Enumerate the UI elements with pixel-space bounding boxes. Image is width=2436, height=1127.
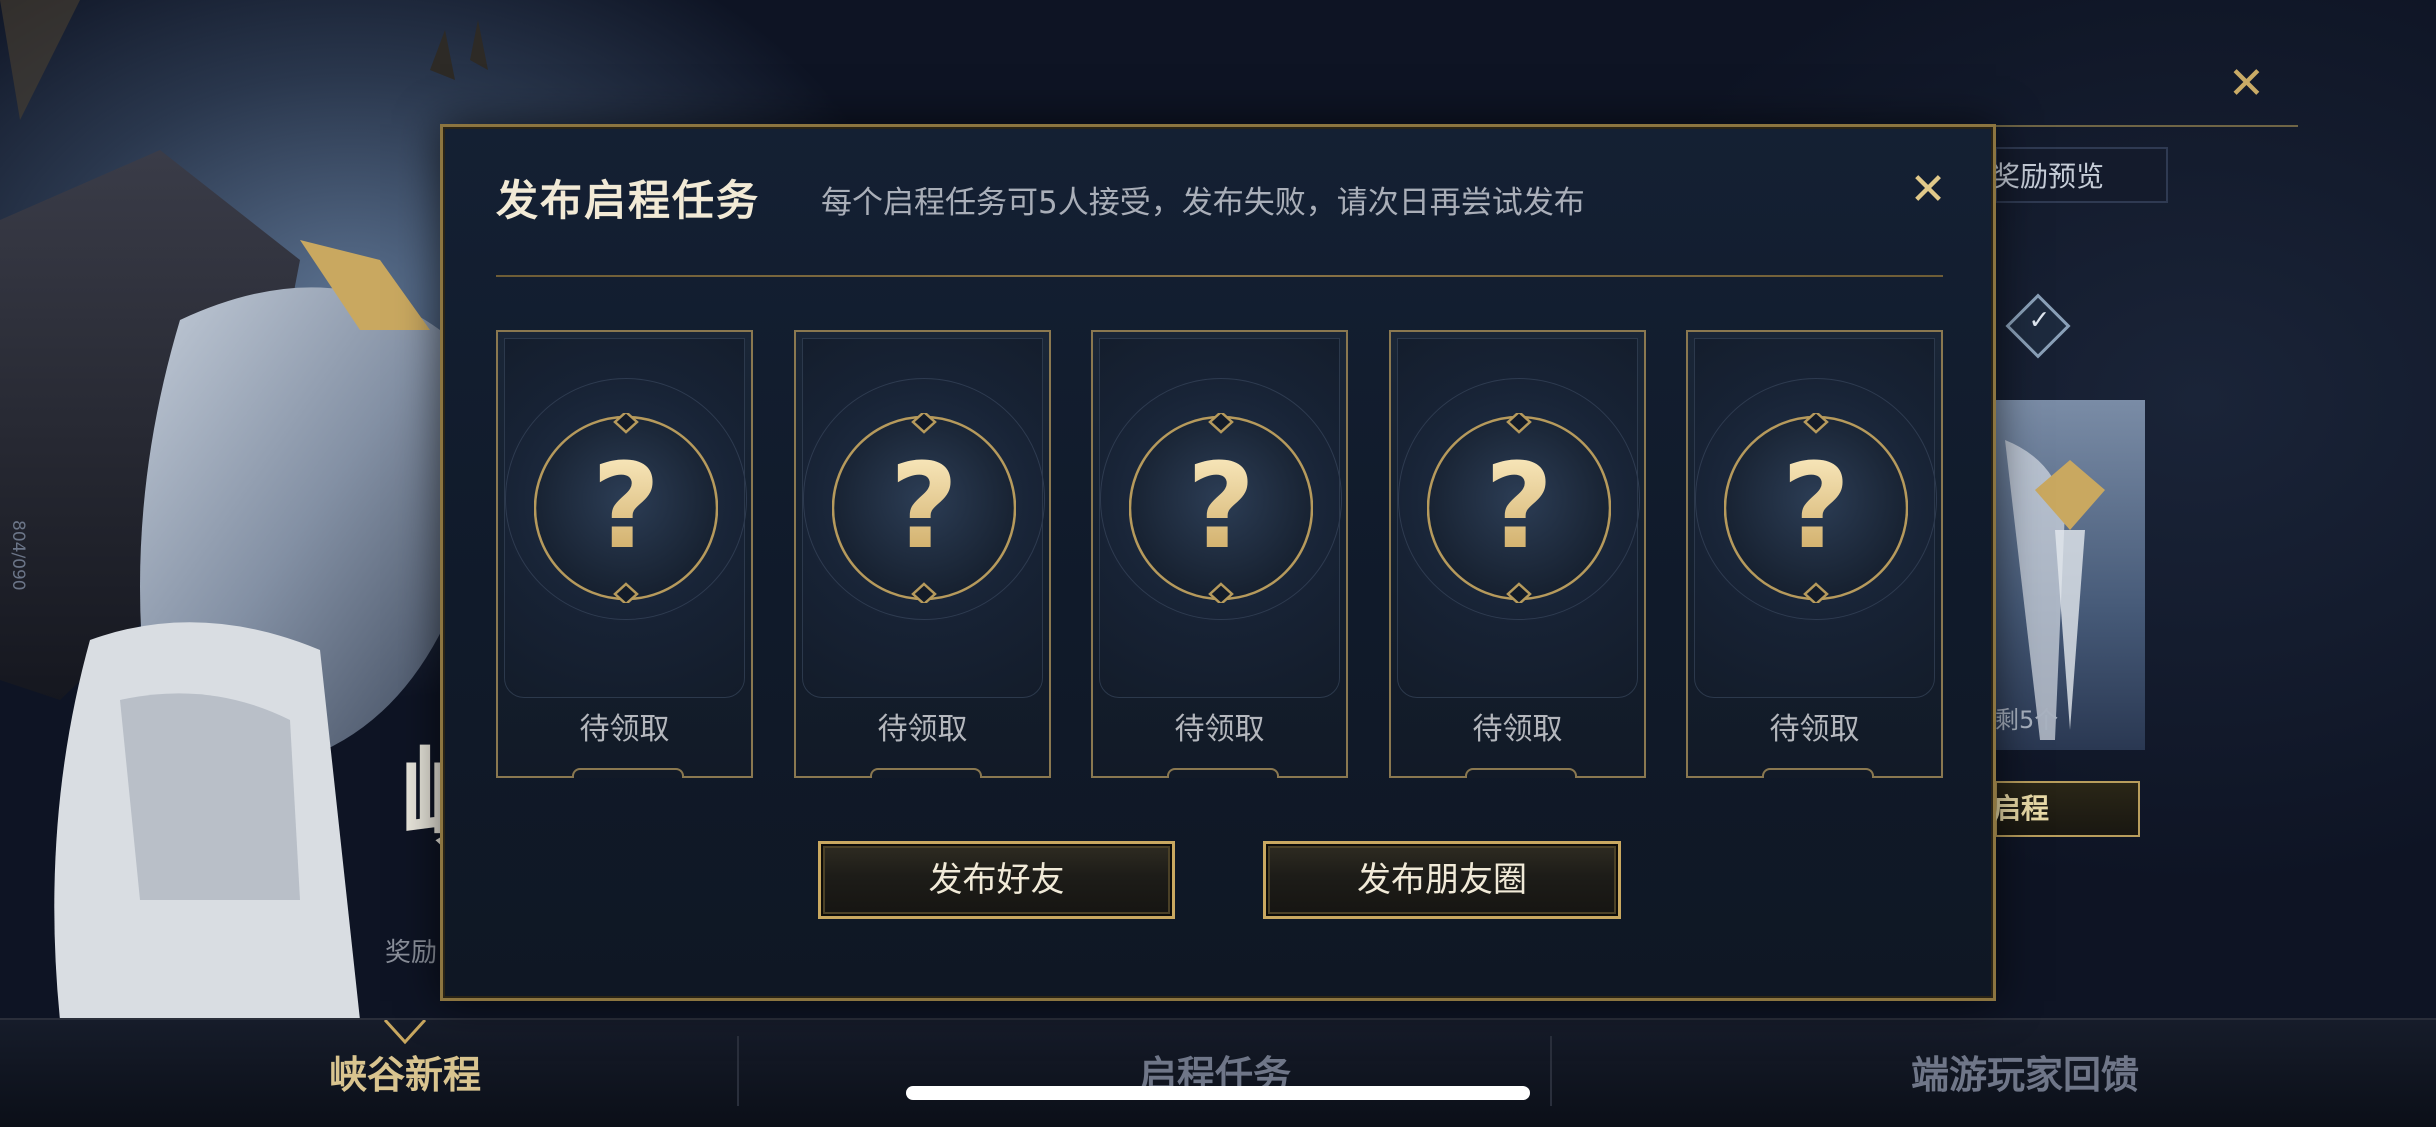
- publish-task-dialog: 发布启程任务 每个启程任务可5人接受，发布失败，请次日再尝试发布 ✕ ? 待领取…: [440, 124, 1996, 1001]
- slot-notch: [572, 768, 684, 778]
- reward-preview-label: 奖励预览: [1992, 160, 2105, 193]
- question-mark-icon: ?: [1427, 413, 1611, 603]
- start-journey-label: 启程: [1993, 792, 2050, 825]
- tab-separator: [1550, 1036, 1552, 1106]
- bottom-tab-bar: 峡谷新程 启程任务 端游玩家回馈: [0, 1018, 2436, 1127]
- svg-text:?: ?: [1485, 437, 1553, 575]
- slot-notch: [1762, 768, 1874, 778]
- check-icon: [2005, 293, 2071, 359]
- dialog-subtitle: 每个启程任务可5人接受，发布失败，请次日再尝试发布: [821, 185, 1585, 221]
- panel-divider: [1995, 125, 2298, 127]
- reward-card-image: [1995, 400, 2145, 750]
- tab-separator: [737, 1036, 739, 1106]
- question-mark-icon: ?: [832, 413, 1016, 603]
- task-slot-card[interactable]: ? 待领取: [496, 330, 753, 778]
- start-journey-button[interactable]: 启程: [1993, 781, 2140, 837]
- background-right-panel: 奖励预览 剩5个 启程: [1992, 125, 2298, 845]
- slot-status-label: 待领取: [1769, 712, 1860, 747]
- question-mark-icon: ?: [534, 413, 718, 603]
- slot-notch: [1465, 768, 1577, 778]
- question-mark-icon: ?: [1129, 413, 1313, 603]
- reward-preview-button[interactable]: 奖励预览: [1992, 147, 2168, 203]
- winged-emblem-icon: [2005, 440, 2105, 740]
- hero-caption: 奖励: [385, 938, 438, 968]
- side-code-text: 804/090: [8, 520, 28, 591]
- home-indicator[interactable]: [906, 1086, 1530, 1100]
- slot-status-label: 待领取: [877, 712, 968, 747]
- tab-pc-player-rewards[interactable]: 端游玩家回馈: [1860, 1040, 2190, 1110]
- task-slot-card[interactable]: ? 待领取: [794, 330, 1051, 778]
- publish-to-friends-button[interactable]: 发布好友: [818, 841, 1175, 919]
- task-slot-card[interactable]: ? 待领取: [1389, 330, 1646, 778]
- slot-notch: [870, 768, 982, 778]
- question-mark-icon: ?: [1724, 413, 1908, 603]
- task-slot-card[interactable]: ? 待领取: [1091, 330, 1348, 778]
- close-icon[interactable]: ✕: [1903, 165, 1953, 215]
- tab-valley-new-journey[interactable]: 峡谷新程: [240, 1040, 570, 1110]
- remaining-count-text: 剩5个: [1995, 706, 2059, 734]
- svg-text:?: ?: [592, 437, 660, 575]
- svg-text:?: ?: [1187, 437, 1255, 575]
- svg-text:?: ?: [1782, 437, 1850, 575]
- slot-status-label: 待领取: [579, 712, 670, 747]
- background-close-icon[interactable]: ✕: [2228, 58, 2265, 109]
- svg-text:?: ?: [890, 437, 958, 575]
- dialog-title: 发布启程任务: [496, 176, 761, 225]
- task-slot-card[interactable]: ? 待领取: [1686, 330, 1943, 778]
- slot-notch: [1167, 768, 1279, 778]
- publish-to-moments-button[interactable]: 发布朋友圈: [1263, 841, 1621, 919]
- slot-status-label: 待领取: [1174, 712, 1265, 747]
- slot-status-label: 待领取: [1472, 712, 1563, 747]
- task-slot-list: ? 待领取 ? 待领取 ? 待领取 ? 待领取 ? 待领取: [496, 330, 1943, 778]
- dialog-divider: [496, 275, 1943, 277]
